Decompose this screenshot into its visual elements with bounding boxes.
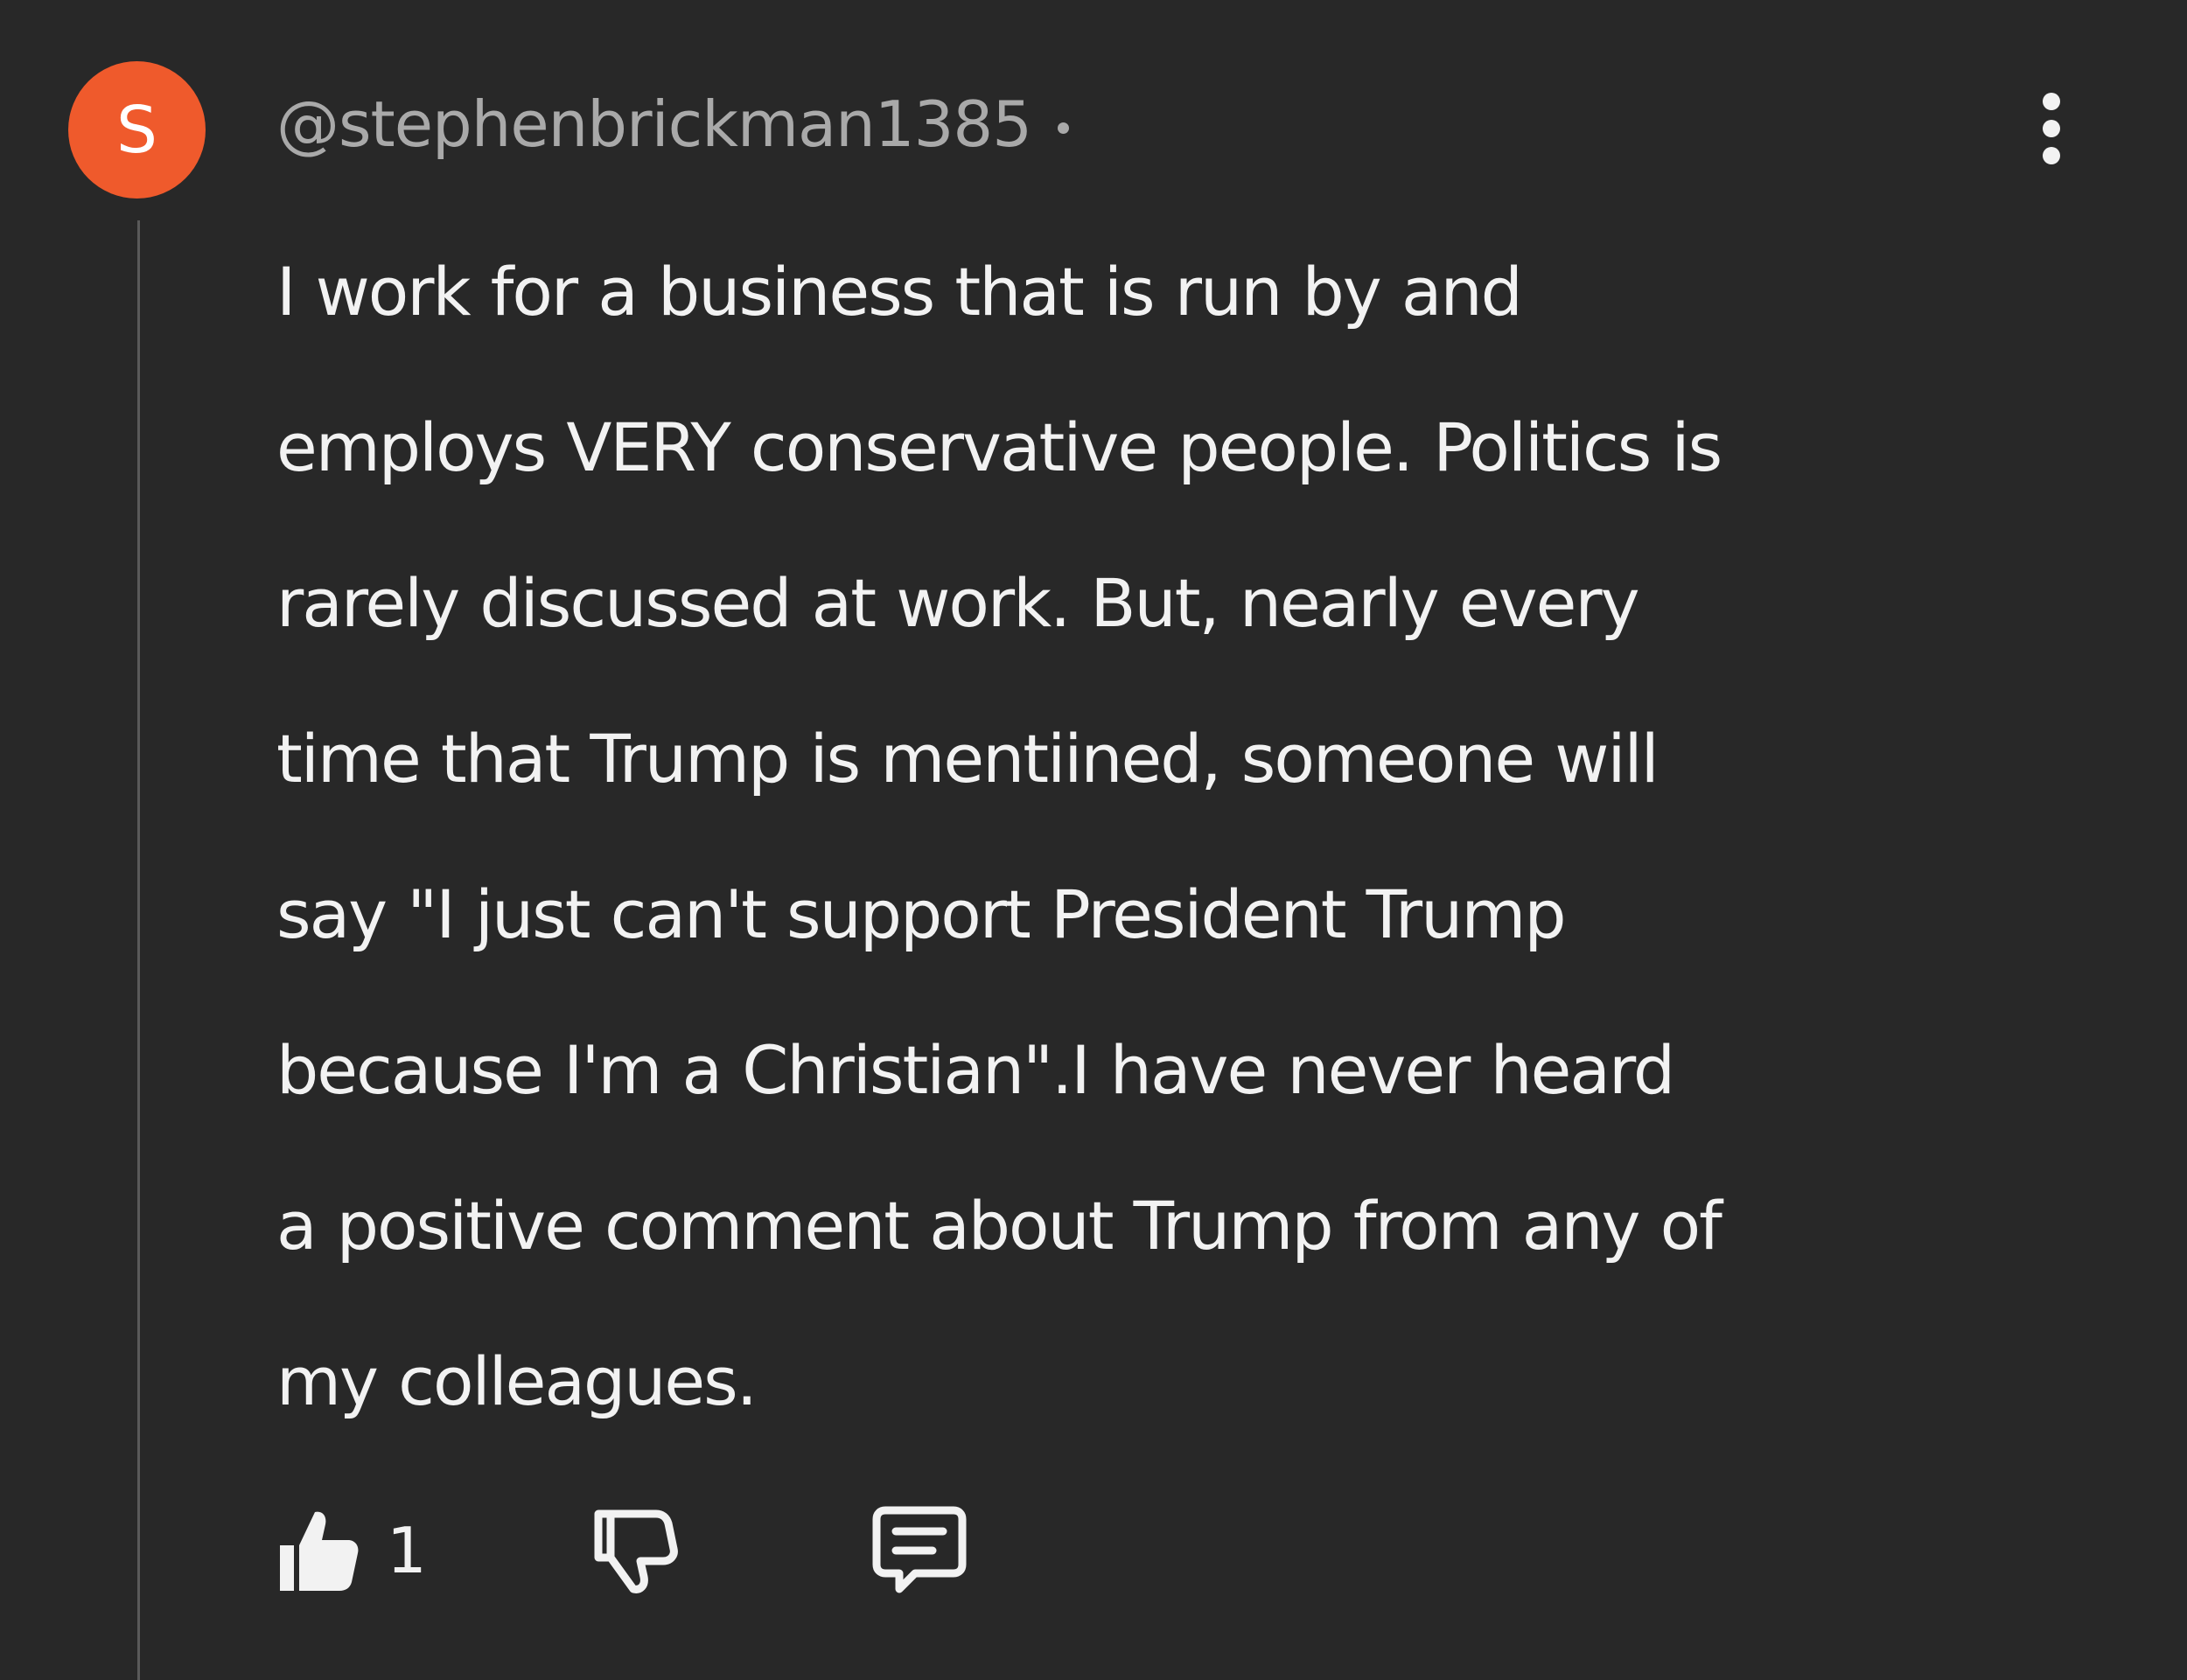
- separator-dot: [1058, 122, 1070, 134]
- avatar-letter: S: [116, 92, 157, 168]
- comment-text-line: a positive comment about Trump from any …: [276, 1187, 1722, 1265]
- avatar[interactable]: S: [68, 61, 206, 199]
- comment-icon: [872, 1506, 967, 1593]
- comment-text-line: rarely discussed at work. But, nearly ev…: [276, 564, 1640, 642]
- comment-text: I work for a business that is run by and…: [276, 214, 2026, 1460]
- comment-text-line: time that Trump is mentiined, someone wi…: [276, 720, 1659, 798]
- more-options-button[interactable]: [2021, 89, 2082, 168]
- comment-text-line: employs VERY conservative people. Politi…: [276, 408, 1722, 486]
- comment-card: S @stephenbrickman1385 I work for a busi…: [0, 0, 2187, 1680]
- reply-button[interactable]: [871, 1502, 968, 1599]
- author-handle[interactable]: @stephenbrickman1385: [276, 93, 1032, 156]
- like-count: 1: [387, 1514, 427, 1587]
- like-button[interactable]: 1: [276, 1502, 427, 1599]
- thumbs-up-icon: [280, 1511, 359, 1591]
- comment-text-line: my colleagues.: [276, 1342, 758, 1420]
- comment-text-line: because I'm a Christian".I have never he…: [276, 1031, 1675, 1109]
- comment-header: @stephenbrickman1385: [276, 80, 1070, 168]
- thumbs-down-icon: [594, 1509, 678, 1593]
- more-vertical-icon: [2043, 93, 2060, 164]
- dislike-button[interactable]: [591, 1502, 679, 1599]
- thread-line: [137, 220, 140, 1680]
- comment-text-line: I work for a business that is run by and: [276, 253, 1523, 331]
- comment-text-line: say "I just can't support President Trum…: [276, 875, 1567, 953]
